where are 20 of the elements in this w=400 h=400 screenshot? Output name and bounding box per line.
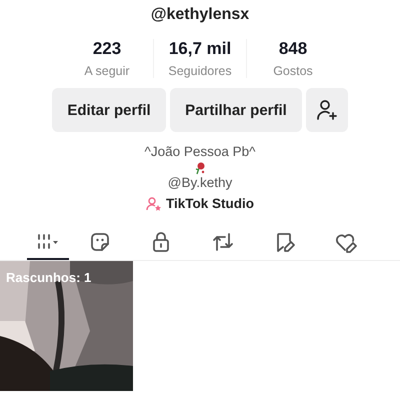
lock-icon	[151, 230, 172, 252]
grid-icon	[37, 232, 59, 250]
bio-link[interactable]: @By.kethy	[168, 175, 232, 190]
username: @kethylensx	[150, 6, 250, 25]
add-person-icon	[315, 98, 339, 122]
repost-icon	[210, 230, 235, 252]
stat-value: 223	[92, 39, 122, 59]
add-friend-button[interactable]	[306, 88, 348, 132]
sticker-icon	[88, 230, 111, 252]
share-profile-button[interactable]: Partilhar perfil	[170, 88, 302, 132]
studio-link[interactable]: TikTok Studio	[166, 196, 254, 211]
stat-label: Gostos	[273, 64, 313, 78]
bio-text: ^João Pessoa Pb^	[144, 144, 256, 159]
stat-label: A seguir	[84, 64, 130, 78]
stat-label: Seguidores	[168, 64, 232, 78]
rose-icon	[193, 161, 207, 175]
stat-value: 16,7 mil	[168, 39, 232, 59]
edit-profile-button[interactable]: Editar perfil	[52, 88, 166, 132]
creator-icon	[146, 196, 162, 210]
stat-value: 848	[278, 39, 308, 59]
